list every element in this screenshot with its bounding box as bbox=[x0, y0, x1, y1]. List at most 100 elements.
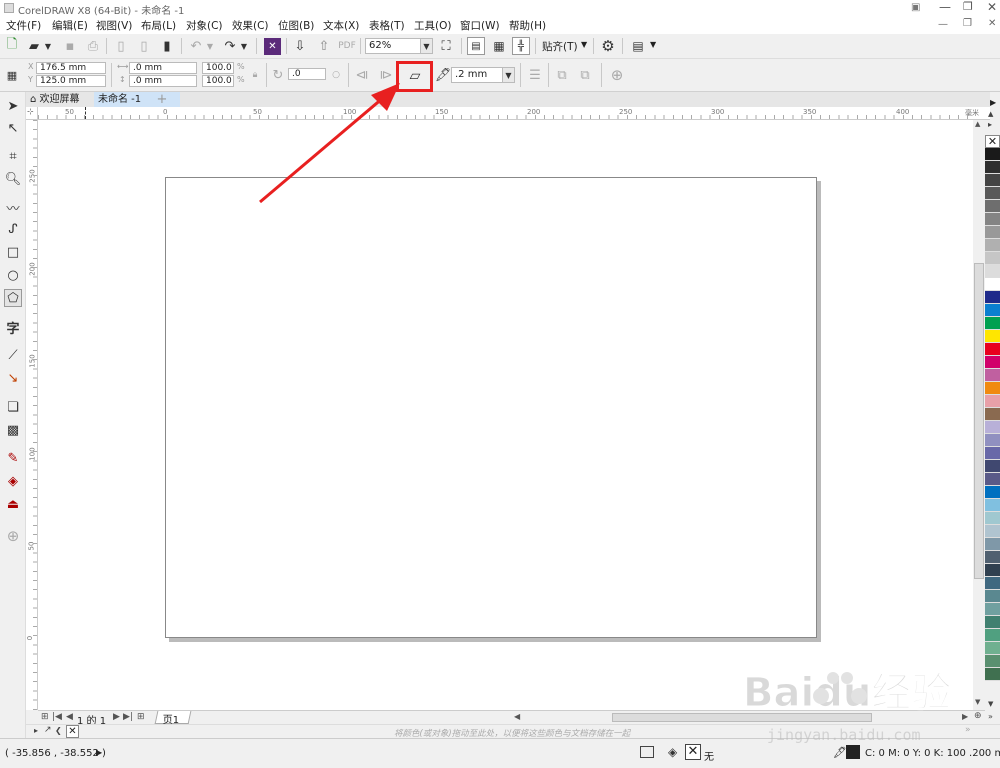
menu-edit[interactable]: 编辑(E) bbox=[52, 18, 88, 33]
palette-options-icon[interactable]: ▸ bbox=[988, 120, 992, 129]
color-swatch[interactable] bbox=[985, 473, 1000, 486]
crop-tool-icon[interactable]: ⌗ bbox=[5, 148, 21, 164]
color-swatch[interactable] bbox=[985, 265, 1000, 278]
color-swatch[interactable] bbox=[985, 252, 1000, 265]
x-position-field[interactable]: 176.5 mm bbox=[36, 62, 106, 74]
palette-expand-icon[interactable]: » bbox=[988, 712, 993, 721]
connector-tool-icon[interactable]: ↘ bbox=[5, 370, 21, 386]
menu-tools[interactable]: 工具(O) bbox=[414, 18, 451, 33]
transparency-tool-icon[interactable]: ▩ bbox=[5, 422, 21, 438]
color-swatch[interactable] bbox=[985, 655, 1000, 668]
undo-dropdown-icon[interactable]: ▼ bbox=[206, 38, 214, 54]
redo-dropdown-icon[interactable]: ▼ bbox=[240, 38, 248, 54]
color-swatch[interactable] bbox=[985, 551, 1000, 564]
outline-width-dropdown-icon[interactable]: ▼ bbox=[502, 68, 514, 82]
prev-page-icon[interactable]: ◀ bbox=[66, 712, 73, 722]
tab-welcome-screen[interactable]: ⌂ 欢迎屏幕 bbox=[26, 92, 94, 107]
parallel-dimension-tool-icon[interactable]: ⟋ bbox=[5, 347, 21, 363]
vertical-ruler[interactable]: 250 200 150 100 50 0 bbox=[26, 120, 38, 710]
doc-minimize-button[interactable]: — bbox=[938, 19, 948, 30]
ruler-origin[interactable]: ⊹ bbox=[26, 107, 38, 120]
paste-icon[interactable]: ▮ bbox=[159, 38, 175, 54]
last-page-icon[interactable]: ▶| bbox=[123, 712, 133, 722]
doc-restore-button[interactable]: ❐ bbox=[963, 18, 972, 29]
color-swatch[interactable] bbox=[985, 668, 1000, 681]
undo-icon[interactable]: ↶ bbox=[188, 38, 204, 54]
next-page-icon[interactable]: ▶ bbox=[113, 712, 120, 722]
snap-dropdown-icon[interactable]: ▼ bbox=[581, 40, 587, 49]
color-swatch[interactable] bbox=[985, 369, 1000, 382]
show-rulers-icon[interactable]: ▤ bbox=[467, 37, 485, 55]
add-icon[interactable]: ⊕ bbox=[609, 66, 625, 84]
color-swatch[interactable] bbox=[985, 460, 1000, 473]
color-swatch[interactable] bbox=[985, 317, 1000, 330]
color-swatch[interactable] bbox=[985, 486, 1000, 499]
palette-scroll-up-icon[interactable]: ▲ bbox=[988, 110, 993, 118]
search-content-icon[interactable]: ✕ bbox=[264, 38, 281, 55]
menu-table[interactable]: 表格(T) bbox=[369, 18, 405, 33]
color-swatch[interactable] bbox=[985, 434, 1000, 447]
color-swatch[interactable] bbox=[985, 174, 1000, 187]
to-back-icon[interactable]: ⧉ bbox=[577, 67, 593, 83]
copy-icon[interactable]: ▯ bbox=[136, 38, 152, 54]
open-dropdown-icon[interactable]: ▼ bbox=[44, 38, 52, 54]
color-swatch[interactable] bbox=[985, 525, 1000, 538]
zoom-dropdown-icon[interactable]: ▼ bbox=[420, 39, 432, 53]
interactive-fill-tool-icon[interactable]: ◈ bbox=[5, 473, 21, 489]
add-page-before-icon[interactable]: ⊞ bbox=[41, 712, 49, 722]
scroll-up-icon[interactable]: ▲ bbox=[975, 120, 980, 128]
artistic-media-tool-icon[interactable]: ᔑ bbox=[5, 221, 21, 237]
import-icon[interactable]: ⇩ bbox=[292, 38, 308, 54]
new-tab-icon[interactable]: + bbox=[156, 92, 168, 107]
menu-effects[interactable]: 效果(C) bbox=[232, 18, 269, 33]
color-swatch[interactable] bbox=[985, 161, 1000, 174]
first-page-icon[interactable]: |◀ bbox=[52, 712, 62, 722]
color-swatch[interactable] bbox=[985, 291, 1000, 304]
show-grid-icon[interactable]: ▦ bbox=[490, 37, 508, 55]
publish-pdf-icon[interactable]: PDF bbox=[338, 38, 356, 54]
color-swatch[interactable] bbox=[985, 577, 1000, 590]
cut-icon[interactable]: ▯ bbox=[113, 38, 129, 54]
color-swatch[interactable] bbox=[985, 187, 1000, 200]
page-tab[interactable]: 页1 bbox=[154, 711, 192, 726]
color-swatch[interactable] bbox=[985, 421, 1000, 434]
docpal-eyedropper-icon[interactable]: ↗ bbox=[44, 725, 52, 735]
docpal-no-color-swatch[interactable]: ✕ bbox=[66, 725, 79, 738]
status-expand-icon[interactable]: ▶ bbox=[96, 748, 102, 757]
color-swatch[interactable] bbox=[985, 603, 1000, 616]
account-icon[interactable]: ▣ bbox=[911, 2, 920, 13]
menu-help[interactable]: 帮助(H) bbox=[509, 18, 546, 33]
object-origin-icon[interactable]: ▦ bbox=[5, 68, 19, 82]
pick-tool-icon[interactable]: ➤ bbox=[5, 98, 21, 114]
add-tool-icon[interactable]: ⊕ bbox=[5, 527, 21, 545]
color-swatch[interactable] bbox=[985, 629, 1000, 642]
color-swatch[interactable] bbox=[985, 304, 1000, 317]
vertical-scroll-thumb[interactable] bbox=[974, 263, 984, 579]
color-swatch[interactable] bbox=[985, 382, 1000, 395]
document-page[interactable] bbox=[165, 177, 817, 638]
scroll-left-icon[interactable]: ◀ bbox=[514, 712, 520, 721]
menu-window[interactable]: 窗口(W) bbox=[460, 18, 500, 33]
horizontal-ruler[interactable]: 50 0 50 100 150 200 250 300 350 400 毫米 bbox=[38, 107, 990, 120]
color-swatch[interactable] bbox=[985, 590, 1000, 603]
open-folder-icon[interactable]: ▰ bbox=[26, 38, 42, 54]
freehand-tool-icon[interactable]: 〰 bbox=[5, 199, 21, 217]
rectangle-tool-icon[interactable]: □ bbox=[5, 244, 21, 260]
full-screen-icon[interactable]: ⛶ bbox=[438, 38, 454, 54]
no-color-swatch[interactable]: ✕ bbox=[985, 135, 1000, 148]
polygon-tool-icon[interactable]: ⬠ bbox=[4, 289, 22, 307]
height-field[interactable]: .0 mm bbox=[129, 75, 197, 87]
menu-text[interactable]: 文本(X) bbox=[323, 18, 359, 33]
width-field[interactable]: .0 mm bbox=[129, 62, 197, 74]
ellipse-tool-icon[interactable]: ○ bbox=[5, 267, 21, 283]
scale-x-field[interactable]: 100.0 bbox=[202, 62, 234, 74]
docpal-menu-icon[interactable]: ▸ bbox=[34, 726, 38, 735]
smart-fill-tool-icon[interactable]: ⏏ bbox=[5, 496, 21, 512]
snap-to-dropdown[interactable]: 贴齐(T) bbox=[542, 39, 578, 54]
menu-bitmap[interactable]: 位图(B) bbox=[278, 18, 314, 33]
wrap-text-icon[interactable]: ☰ bbox=[527, 67, 543, 83]
menu-view[interactable]: 视图(V) bbox=[96, 18, 132, 33]
doc-close-button[interactable]: ✕ bbox=[988, 18, 996, 29]
color-swatch[interactable] bbox=[985, 499, 1000, 512]
color-swatch[interactable] bbox=[985, 200, 1000, 213]
